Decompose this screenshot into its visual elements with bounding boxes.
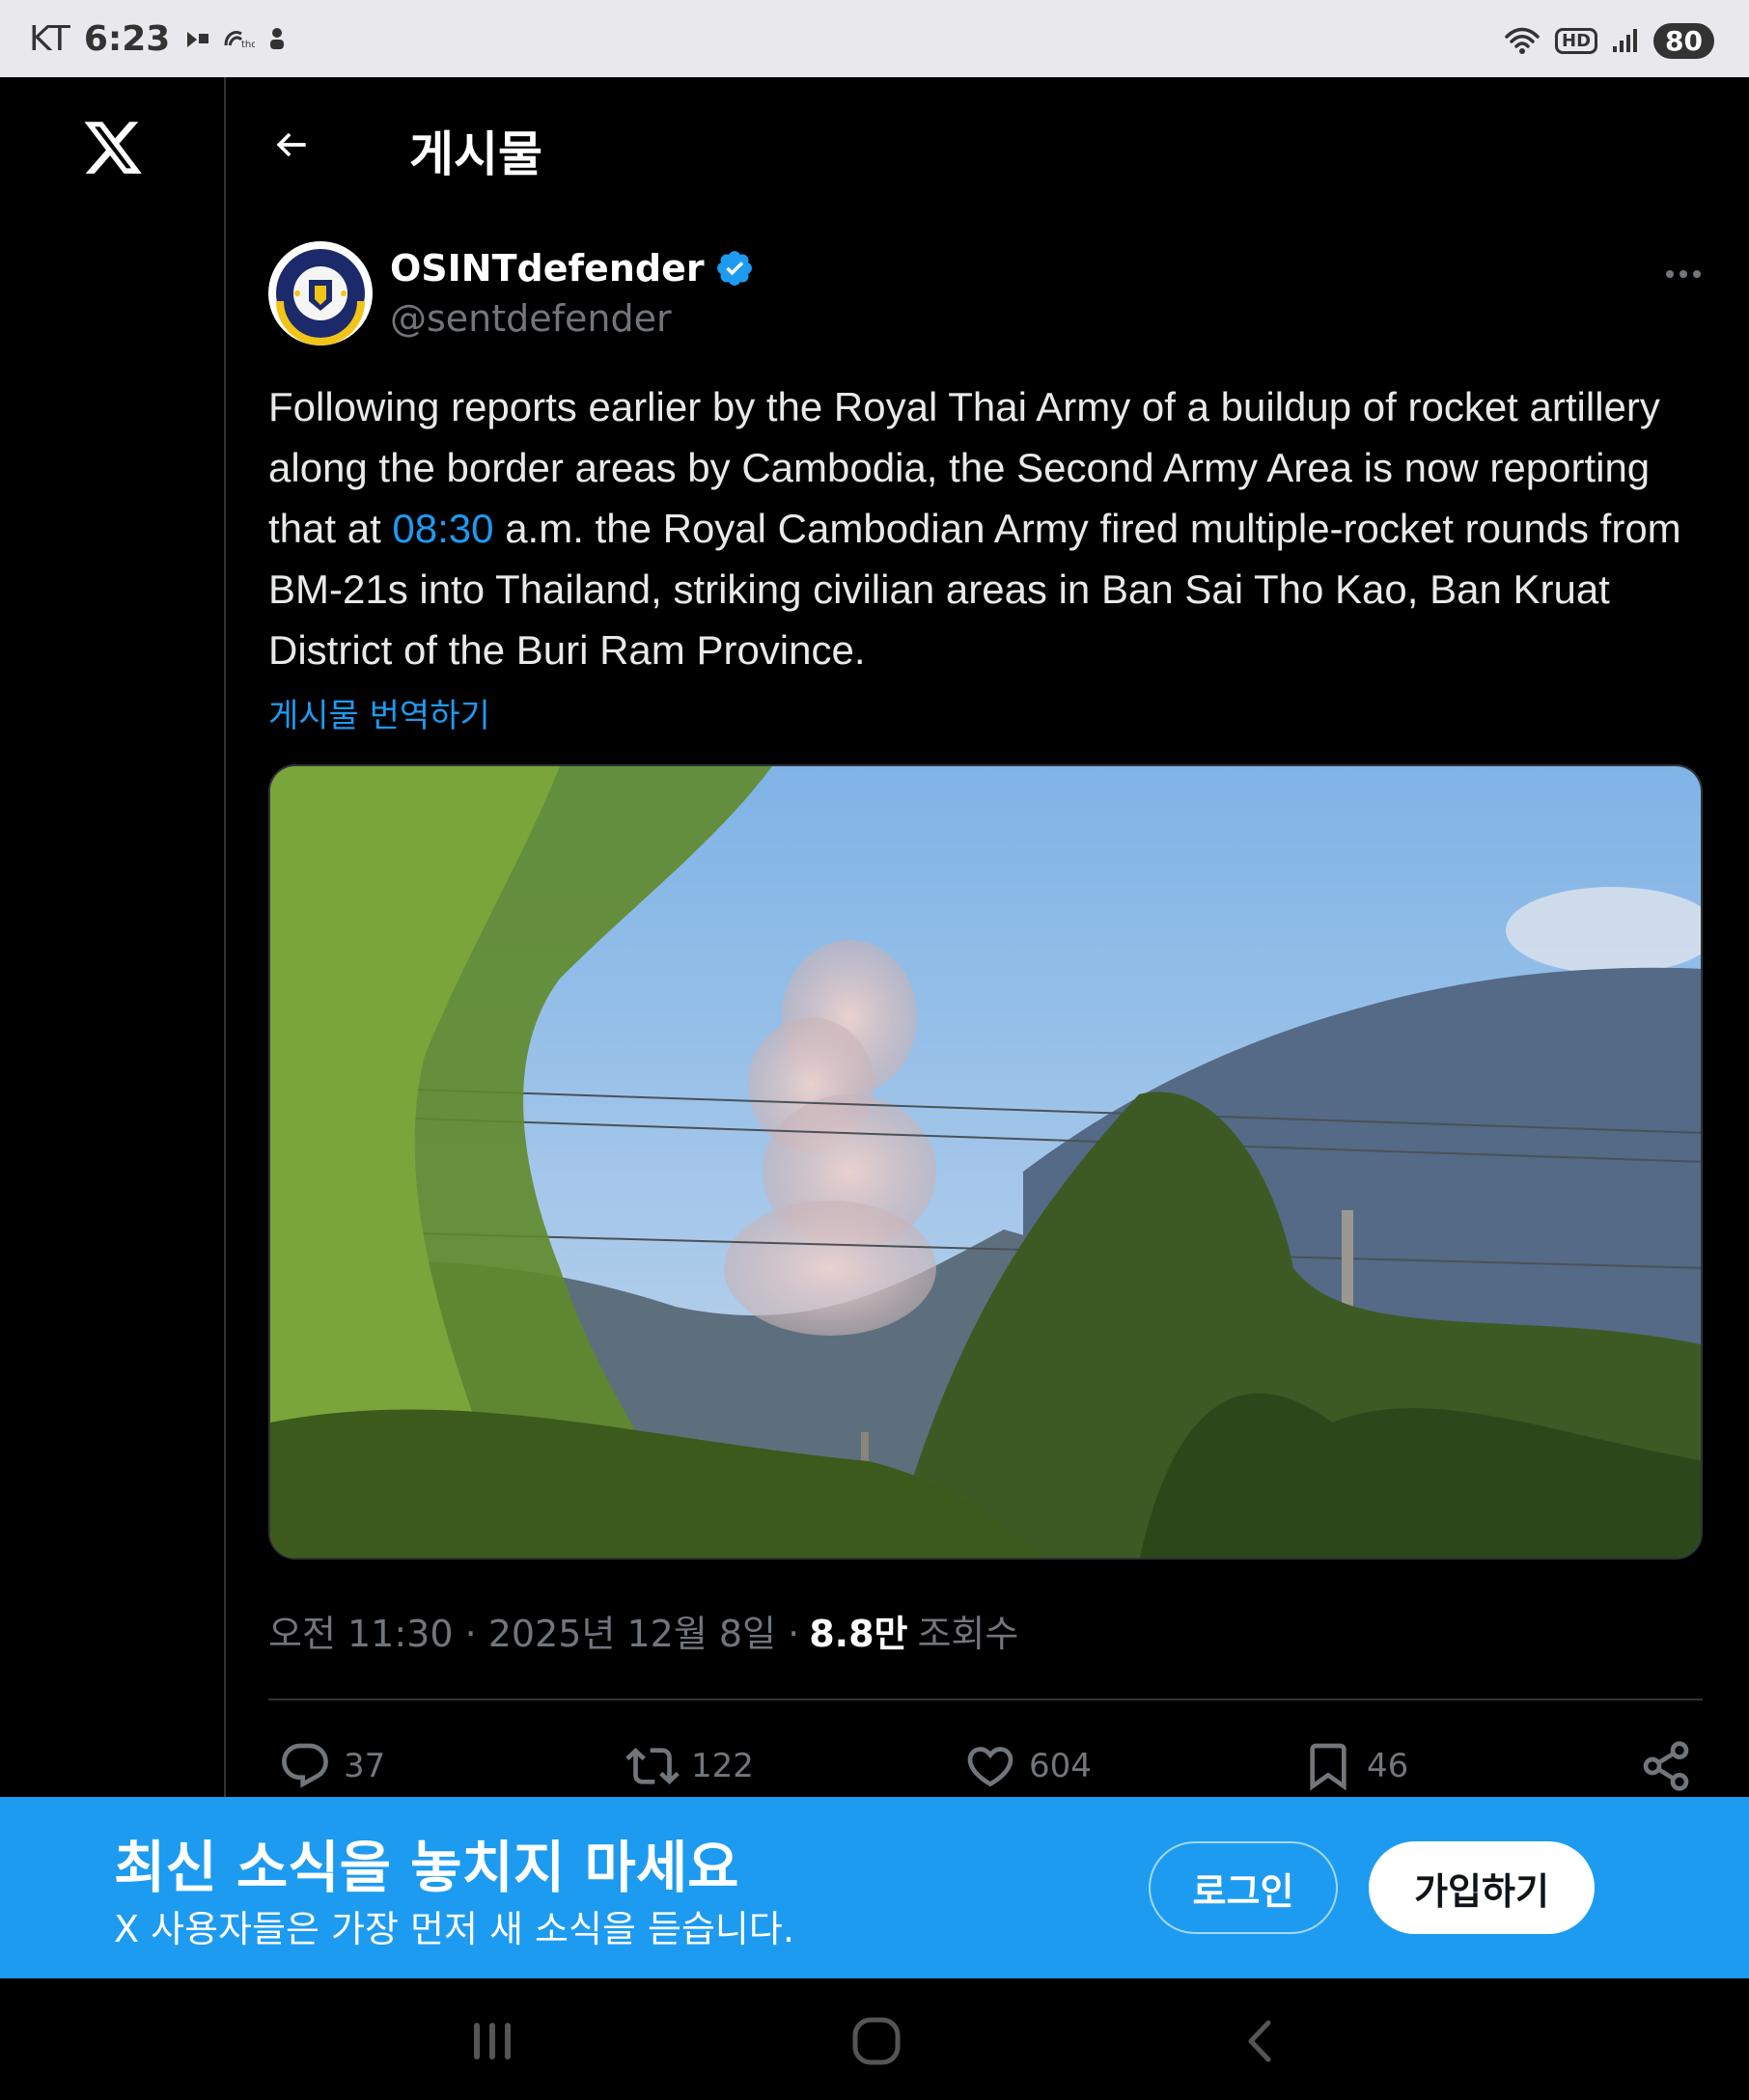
repost-button[interactable]: 122 xyxy=(625,1739,754,1793)
bookmark-button[interactable]: 46 xyxy=(1301,1739,1408,1793)
back-button[interactable] xyxy=(264,118,319,172)
hd-badge: HD xyxy=(1555,27,1598,54)
home-icon xyxy=(852,2017,901,2065)
clock: 6:23 xyxy=(83,18,171,59)
views-count: 8.8만 xyxy=(809,1613,908,1655)
battery-indicator: 80 xyxy=(1653,22,1714,59)
more-options-button[interactable] xyxy=(1654,255,1712,293)
photo-smoke-hills xyxy=(270,766,1701,1558)
back-nav-button[interactable] xyxy=(1226,2007,1293,2075)
notification-icon xyxy=(187,32,209,47)
reply-count: 37 xyxy=(344,1747,386,1785)
like-count: 604 xyxy=(1029,1747,1092,1785)
heart-icon xyxy=(967,1747,1013,1787)
signup-banner: 최신 소식을 놓치지 마세요 X 사용자들은 가장 먼저 새 소식을 듣습니다.… xyxy=(0,1797,1749,1978)
page-title: 게시물 xyxy=(409,126,542,182)
post-body: Following reports earlier by the Royal T… xyxy=(268,376,1716,680)
author-handle[interactable]: @sentdefender xyxy=(390,297,672,340)
bookmark-count: 46 xyxy=(1367,1747,1409,1785)
repost-icon xyxy=(625,1748,680,1784)
post-image[interactable] xyxy=(268,764,1703,1560)
post-timestamp[interactable]: 오전 11:30 · 2025년 12월 8일 · xyxy=(268,1604,799,1657)
banner-title: 최신 소식을 놓치지 마세요 xyxy=(114,1835,739,1900)
carrier-label: KT xyxy=(29,18,70,59)
divider xyxy=(268,1699,1703,1700)
status-bar: KT 6:23 tho HD 80 xyxy=(0,0,1749,77)
x-logo-icon[interactable] xyxy=(81,116,145,180)
verified-badge-icon xyxy=(716,251,752,286)
translate-post-link[interactable]: 게시물 번역하기 xyxy=(268,689,490,736)
signal-icon xyxy=(1613,29,1638,52)
page-header: 게시물 xyxy=(226,77,1749,212)
system-nav-bar xyxy=(0,1978,1749,2100)
sidebar xyxy=(0,77,226,1797)
banner-subtitle: X 사용자들은 가장 먼저 새 소식을 듣습니다. xyxy=(114,1908,794,1950)
dot-icon xyxy=(1680,270,1687,278)
dot-icon xyxy=(1666,270,1674,278)
like-button[interactable]: 604 xyxy=(963,1739,1092,1793)
home-button[interactable] xyxy=(843,2007,910,2075)
post-meta: 오전 11:30 · 2025년 12월 8일 · 8.8만 조회수 xyxy=(268,1604,1018,1657)
bookmark-icon xyxy=(1310,1743,1346,1791)
avatar[interactable] xyxy=(268,241,373,345)
repost-count: 122 xyxy=(691,1747,754,1785)
notification-icon xyxy=(270,28,285,49)
chevron-left-icon xyxy=(1248,2020,1271,2062)
time-link[interactable]: 08:30 xyxy=(392,506,493,551)
recent-apps-icon xyxy=(474,2023,511,2059)
share-icon xyxy=(1643,1741,1689,1791)
signup-button[interactable]: 가입하기 xyxy=(1369,1841,1595,1934)
share-button[interactable] xyxy=(1639,1739,1693,1793)
arrow-left-icon xyxy=(276,132,306,157)
login-button[interactable]: 로그인 xyxy=(1149,1841,1338,1934)
svg-text:tho: tho xyxy=(241,40,255,50)
recent-apps-button[interactable] xyxy=(458,2007,526,2075)
views-label: 조회수 xyxy=(917,1613,1019,1655)
wifi-icon xyxy=(1505,27,1540,54)
dot-icon xyxy=(1693,270,1701,278)
osint-logo-icon xyxy=(270,243,371,345)
reply-button[interactable]: 37 xyxy=(278,1739,385,1793)
reply-icon xyxy=(282,1743,328,1788)
author-name-text[interactable]: OSINTdefender xyxy=(390,247,705,290)
notification-icon: tho xyxy=(224,31,255,50)
author-name[interactable]: OSINTdefender xyxy=(390,247,755,290)
